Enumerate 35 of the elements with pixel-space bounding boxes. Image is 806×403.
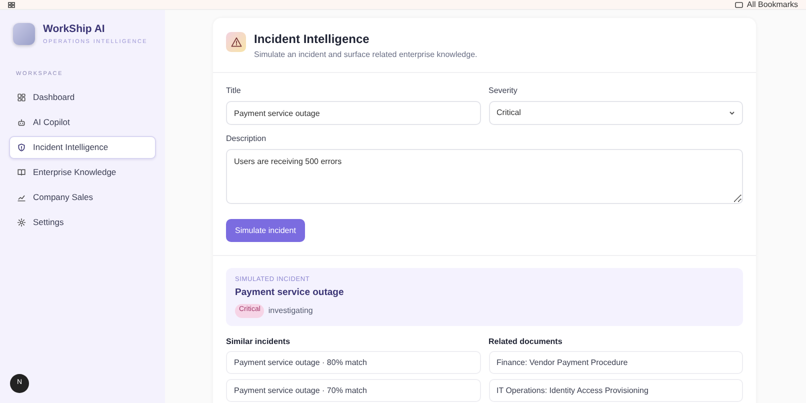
- title-input[interactable]: Payment service outage: [226, 101, 480, 126]
- sidebar-item[interactable]: AI Copilot: [9, 111, 156, 134]
- shield-icon: [17, 143, 26, 152]
- apps-grid-icon[interactable]: [8, 2, 15, 8]
- sidebar-item[interactable]: Company Sales: [9, 186, 156, 210]
- field-label: Description: [226, 133, 268, 146]
- page-subtitle: Simulate an incident and surface related enterprise knowledge.: [254, 49, 478, 62]
- grid-icon: [17, 93, 26, 102]
- page-title: Incident Intelligence: [254, 32, 370, 46]
- result-row[interactable]: IT Operations: Identity Access Provisioning: [488, 379, 743, 402]
- column-heading: Related documents: [488, 336, 564, 346]
- column-heading: Similar incidents: [226, 336, 292, 346]
- sidebar-item[interactable]: Settings: [9, 211, 156, 234]
- robot-icon: [17, 118, 26, 128]
- field-label: Title: [226, 85, 242, 98]
- book-icon: [17, 168, 26, 178]
- chart-icon: [17, 193, 26, 202]
- sidebar-item[interactable]: Dashboard: [9, 86, 156, 110]
- warning-icon: [226, 32, 246, 52]
- sidebar-item[interactable]: Incident Intelligence: [9, 136, 156, 160]
- field-label: Severity: [488, 85, 518, 98]
- sidebar-item[interactable]: Enterprise Knowledge: [9, 161, 156, 184]
- settings-icon: [17, 218, 26, 228]
- description-input[interactable]: Users are receiving 500 errors: [226, 149, 743, 204]
- result-row[interactable]: Payment service outage · 70% match: [226, 379, 480, 402]
- logo-icon: [13, 23, 35, 45]
- bookmarks-link[interactable]: All Bookmarks: [746, 0, 798, 8]
- incident-title: Payment service outage: [235, 287, 345, 300]
- folder-icon: [734, 2, 743, 8]
- status-text: investigating: [268, 306, 313, 316]
- result-row[interactable]: Finance: Vendor Payment Procedure: [488, 351, 743, 374]
- severity-select[interactable]: Critical: [488, 101, 743, 126]
- result-row[interactable]: Payment service outage · 80% match: [226, 351, 480, 374]
- simulate-button[interactable]: Simulate incident: [226, 219, 305, 242]
- brand-name: WorkShip AI: [43, 22, 106, 37]
